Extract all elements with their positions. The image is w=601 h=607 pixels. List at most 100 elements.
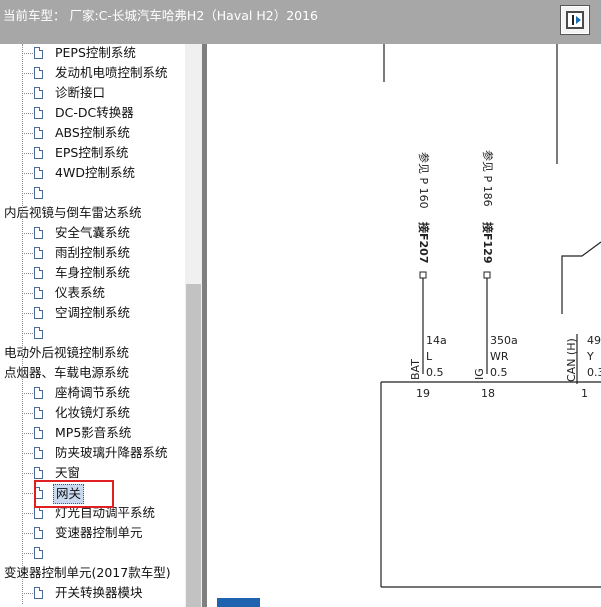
wire-signal-1: L [426, 350, 433, 363]
tree-item-label: 车身控制系统 [55, 265, 131, 280]
document-icon [34, 107, 43, 119]
pin-number-3: 1 [581, 387, 588, 400]
title-bar: 当前车型： 厂家:C-长城汽车哈弗H2（Haval H2）2016 [0, 0, 601, 44]
tree-item[interactable]: 变速器控制单元 [22, 524, 145, 542]
wire-signal-2: WR [490, 350, 509, 363]
tree-item[interactable]: MP5影音系统 [22, 424, 133, 442]
tree-item[interactable] [22, 184, 57, 202]
exit-button[interactable] [560, 5, 590, 35]
pin-name-1: BAT [409, 359, 422, 380]
tree-connector [22, 333, 33, 334]
connector-label-1: 接F207 [417, 222, 430, 264]
tree-connector [22, 473, 33, 474]
ref-label-2: 参见 P 186 [481, 150, 494, 207]
document-icon [34, 447, 43, 459]
tree-item-label: 安全气囊系统 [55, 225, 131, 240]
tree-connector [22, 313, 33, 314]
wire-size-2: 0.5 [490, 366, 508, 379]
tree-connector [22, 393, 33, 394]
tree-panel[interactable]: PEPS控制系统发动机电喷控制系统 诊断接口 DC-DC转换器 ABS控制系统 EPS控… [0, 44, 185, 607]
pin-name-3: CAN (H) [565, 338, 578, 382]
tree-connector [22, 193, 33, 194]
document-icon [34, 307, 43, 319]
document-icon [34, 227, 43, 239]
tree-item[interactable]: 车身控制系统 [22, 264, 132, 282]
tree-connector [22, 153, 33, 154]
tree-item-label: 化妆镜灯系统 [55, 405, 131, 420]
document-icon [34, 467, 43, 479]
selection-highlight-box [34, 480, 114, 508]
tree-item-label: 开关转换器模块 [55, 585, 143, 600]
tree-item[interactable] [22, 324, 57, 342]
tree-item[interactable] [22, 544, 57, 562]
window-title: 当前车型： 厂家:C-长城汽车哈弗H2（Haval H2）2016 [3, 8, 319, 23]
tree-item-label: EPS控制系统 [55, 145, 129, 160]
tree-scrollbar[interactable] [185, 44, 202, 607]
tree-connector [22, 513, 33, 514]
document-icon [34, 507, 43, 519]
tree-connector [22, 533, 33, 534]
scrollbar-thumb[interactable] [186, 284, 201, 607]
wire-signal-3: Y [587, 350, 594, 363]
tree-item[interactable]: 防夹玻璃升降器系统 [22, 444, 170, 462]
tree-item-label: 仪表系统 [55, 285, 106, 300]
tree-connector [22, 273, 33, 274]
document-icon [34, 67, 43, 79]
tree-group-item[interactable]: 变速器控制单元(2017款车型) [2, 564, 173, 582]
document-icon [34, 427, 43, 439]
tree-item[interactable]: 4WD控制系统 [22, 164, 137, 182]
tree-connector [22, 53, 33, 54]
wire-size-3: 0.3 [587, 366, 601, 379]
tree-item[interactable]: ABS控制系统 [22, 124, 132, 142]
pin-number-2: 18 [481, 387, 495, 400]
tree-item-label: DC-DC转换器 [55, 105, 134, 120]
tree-item[interactable]: EPS控制系统 [22, 144, 130, 162]
tree-item[interactable]: 雨刮控制系统 [22, 244, 132, 262]
tree-item-label: 变速器控制单元 [55, 525, 143, 540]
tree-connector [22, 113, 33, 114]
wire-code-2: 350a [490, 334, 518, 347]
document-icon [34, 527, 43, 539]
tree-item-label: MP5影音系统 [55, 425, 132, 440]
tree-item[interactable]: 空调控制系统 [22, 304, 132, 322]
ref-label-1: 参见 P 160 [417, 152, 430, 209]
document-icon [34, 127, 43, 139]
tree-connector [22, 433, 33, 434]
tree-connector [22, 173, 33, 174]
tree-guide-line [22, 44, 23, 604]
tree-connector [22, 293, 33, 294]
wiring-diagram: 参见 P 160 参见 P 186 接F207 接F129 14a L 0.5 … [207, 44, 601, 607]
document-icon [34, 87, 43, 99]
tree-item[interactable]: 发动机电喷控制系统 [22, 64, 170, 82]
tree-connector [22, 93, 33, 94]
tree-connector [22, 593, 33, 594]
tree-connector [22, 453, 33, 454]
tree-item-label: PEPS控制系统 [55, 45, 136, 60]
tree-item-label: 防夹玻璃升降器系统 [55, 445, 168, 460]
wire-code-1: 14a [426, 334, 447, 347]
tree-item[interactable]: 仪表系统 [22, 284, 107, 302]
tree-item[interactable]: DC-DC转换器 [22, 104, 136, 122]
tree-item-label: 座椅调节系统 [55, 385, 131, 400]
tree-item[interactable]: PEPS控制系统 [22, 44, 138, 62]
tree-connector [22, 553, 33, 554]
tree-connector [22, 233, 33, 234]
connector-label-2: 接F129 [481, 222, 494, 264]
document-icon [34, 47, 43, 59]
tree-item[interactable]: 安全气囊系统 [22, 224, 132, 242]
tree-connector [22, 73, 33, 74]
tree-item[interactable]: 化妆镜灯系统 [22, 404, 132, 422]
tree-item[interactable]: 开关转换器模块 [22, 584, 145, 602]
tree-connector [22, 253, 33, 254]
tree-item-label: ABS控制系统 [55, 125, 130, 140]
diagram-lines [380, 44, 601, 588]
document-icon [34, 147, 43, 159]
tree-item[interactable]: 座椅调节系统 [22, 384, 132, 402]
pin-number-1: 19 [416, 387, 430, 400]
tree-item[interactable]: 诊断接口 [22, 84, 107, 102]
bottom-tab-button[interactable] [217, 598, 260, 607]
tree-item-label: 变速器控制单元(2017款车型) [4, 565, 171, 580]
tree-group-item[interactable]: 内后视镜与倒车雷达系统 [2, 204, 144, 222]
pin-name-2: IG [473, 368, 486, 380]
document-icon [34, 287, 43, 299]
